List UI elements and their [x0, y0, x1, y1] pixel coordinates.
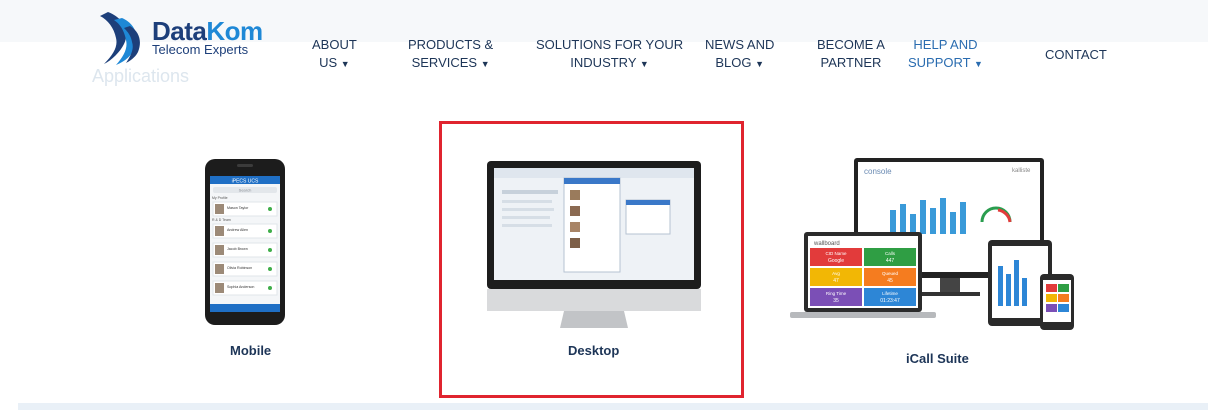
phone-contact-name: Mason Taylor	[227, 206, 249, 210]
app-label-icall-suite: iCall Suite	[906, 351, 969, 366]
wallboard-title: wallboard	[813, 241, 840, 247]
nav-partner-line2: PARTNER	[820, 55, 882, 70]
wallboard-tile-label: Ring Time	[826, 291, 847, 296]
wallboard-tile: Avg 47	[810, 268, 862, 286]
phone-section-team: R & D Team	[212, 218, 231, 222]
wallboard-tile-label: Avg	[832, 271, 840, 276]
wallboard-tile-value: Google	[828, 258, 844, 264]
wallboard-tile-value: 35	[833, 298, 839, 304]
phone-contact-row: Andrew Allen	[212, 223, 278, 239]
wallboard-tile: Lifetime 01:23:47	[864, 288, 916, 306]
nav-help-line2: SUPPORT	[908, 55, 971, 70]
wallboard-tile-value: 47	[833, 278, 839, 284]
phone-contact-name: Olivia Robinson	[227, 266, 252, 270]
wallboard-tile-label: Calls	[885, 251, 896, 256]
console-bar	[960, 202, 966, 234]
caret-down-icon: ▼	[639, 59, 649, 69]
caret-down-icon: ▼	[480, 59, 490, 69]
phone-section-profile: My Profile	[212, 196, 228, 200]
wallboard-tile-value: 45	[887, 278, 893, 284]
nav-contact[interactable]: CONTACT	[1045, 46, 1107, 64]
nav-solutions[interactable]: SOLUTIONS FOR YOUR INDUSTRY ▼	[536, 36, 683, 73]
phone-contact-name: Jacob Brown	[227, 247, 248, 251]
nav-contact-label: CONTACT	[1045, 47, 1107, 62]
wallboard-tile: Calls 447	[864, 248, 916, 266]
selected-app-highlight	[439, 121, 744, 398]
nav-news-line1: NEWS AND	[705, 37, 775, 52]
nav-partner-line1: BECOME A	[817, 37, 885, 52]
caret-down-icon: ▼	[974, 59, 983, 69]
console-bar	[930, 208, 936, 234]
wallboard-tile-label: Lifetime	[882, 291, 898, 296]
phone-contact-row: Mason Taylor	[212, 201, 278, 217]
footer-strip	[18, 403, 1208, 410]
nav-about-us-line1: ABOUT	[312, 37, 357, 52]
wallboard-tile: Queued 45	[864, 268, 916, 286]
wallboard-tile-value: 01:23:47	[880, 298, 900, 304]
wallboard-tile-label: CID Name	[825, 251, 847, 256]
console-bar	[940, 198, 946, 234]
section-heading: Applications	[92, 66, 190, 86]
wallboard-tile-label: Queued	[882, 271, 899, 276]
wallboard-tile-value: 447	[886, 258, 895, 264]
phone-contact-name: Andrew Allen	[227, 228, 248, 232]
datakom-logo[interactable]: DataKom Telecom Experts	[94, 10, 264, 66]
caret-down-icon: ▼	[755, 59, 764, 69]
console-bar	[950, 212, 956, 234]
phone-contact-name: Sophia Anderson	[227, 285, 254, 289]
console-brand: kalliste	[1012, 168, 1031, 174]
console-bar	[900, 204, 906, 234]
nav-help-support[interactable]: HELP AND SUPPORT ▼	[908, 36, 983, 73]
nav-solutions-line2: INDUSTRY	[570, 55, 637, 70]
nav-products-services[interactable]: PRODUCTS & SERVICES ▼	[408, 36, 493, 73]
nav-solutions-line1: SOLUTIONS FOR YOUR	[536, 37, 684, 52]
phone-contact-row: Jacob Brown	[212, 242, 278, 258]
phone-contact-row: Olivia Robinson	[212, 261, 278, 277]
nav-products-line2: SERVICES	[411, 55, 478, 70]
app-label-mobile: Mobile	[230, 343, 272, 358]
nav-about-us[interactable]: ABOUT US ▼	[312, 36, 357, 73]
phone-contact-row: Sophia Anderson	[212, 280, 278, 296]
nav-news-line2: BLOG	[715, 55, 752, 70]
logo-faces-icon	[100, 12, 140, 65]
console-bar	[890, 210, 896, 234]
caret-down-icon: ▼	[340, 59, 350, 69]
multi-device-icon: console kalliste wallboard CID Name Googl…	[790, 158, 1074, 330]
nav-about-us-line2: US	[319, 55, 338, 70]
nav-news-blog[interactable]: NEWS AND BLOG ▼	[705, 36, 774, 73]
nav-become-partner[interactable]: BECOME A PARTNER	[817, 36, 885, 72]
phone-search-text: Search	[239, 188, 252, 193]
nav-products-line1: PRODUCTS &	[408, 37, 494, 52]
smartphone-icon: iPECS UCS Search My Profile R & D Team M…	[205, 159, 285, 325]
phone-header-text: iPECS UCS	[232, 179, 259, 185]
console-title: console	[864, 167, 892, 176]
console-bar	[920, 200, 926, 234]
nav-help-line1: HELP AND	[913, 37, 978, 52]
wallboard-tile: Ring Time 35	[810, 288, 862, 306]
console-bar	[910, 214, 916, 234]
wallboard-tile: CID Name Google	[810, 248, 862, 266]
logo-tagline: Telecom Experts	[152, 42, 249, 57]
